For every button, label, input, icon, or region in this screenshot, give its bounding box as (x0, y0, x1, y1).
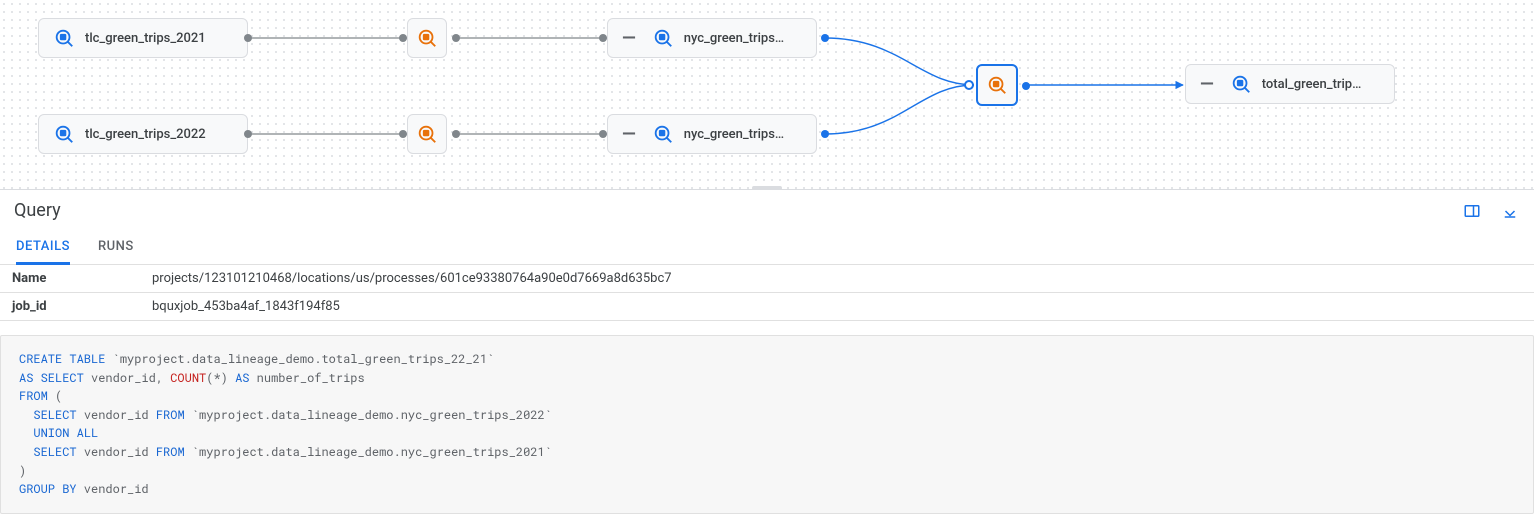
port-out (452, 130, 460, 138)
port-in (399, 34, 407, 42)
port-out (821, 130, 829, 138)
table-node-output[interactable]: — total_green_trip… (1185, 64, 1395, 104)
meta-value: projects/123101210468/locations/us/proce… (152, 271, 672, 286)
table-node-nyc-2[interactable]: — nyc_green_trips… (607, 114, 817, 154)
lineage-canvas[interactable]: tlc_green_trips_2021 — nyc_green_trips… … (0, 0, 1534, 190)
node-label: nyc_green_trips… (684, 31, 784, 46)
table-icon (53, 27, 75, 49)
query-icon (986, 74, 1008, 96)
node-label: nyc_green_trips… (684, 127, 784, 142)
table-node-nyc-1[interactable]: — nyc_green_trips… (607, 18, 817, 58)
metadata-table: Name projects/123101210468/locations/us/… (0, 265, 1534, 321)
table-node-tlc-2021[interactable]: tlc_green_trips_2021 (38, 18, 248, 58)
collapse-icon[interactable]: — (622, 124, 636, 145)
collapse-icon[interactable]: — (622, 28, 636, 49)
process-node-2[interactable] (407, 114, 447, 154)
panel-layout-icon[interactable] (1462, 201, 1482, 221)
panel-collapse-icon[interactable] (1500, 201, 1520, 221)
tabs: DETAILS RUNS (0, 231, 1534, 265)
port-in (599, 34, 607, 42)
meta-key: Name (12, 271, 152, 286)
tab-details[interactable]: DETAILS (16, 231, 70, 265)
port-out (1022, 82, 1030, 90)
table-node-tlc-2022[interactable]: tlc_green_trips_2022 (38, 114, 248, 154)
query-icon (416, 27, 438, 49)
port-out (452, 34, 460, 42)
table-icon (1230, 73, 1252, 95)
panel-title: Query (14, 200, 61, 221)
tab-runs[interactable]: RUNS (98, 231, 134, 264)
meta-key: job_id (12, 299, 152, 314)
process-node-selected[interactable] (976, 64, 1018, 106)
table-icon (652, 123, 674, 145)
collapse-icon[interactable]: — (1200, 74, 1214, 95)
port-in (964, 80, 974, 90)
sql-block: CREATE TABLE `myproject.data_lineage_dem… (0, 335, 1534, 514)
meta-row-jobid: job_id bquxjob_453ba4af_1843f194f85 (0, 293, 1534, 321)
port-out (821, 34, 829, 42)
table-icon (53, 123, 75, 145)
port-in (599, 130, 607, 138)
node-label: total_green_trip… (1262, 77, 1362, 92)
details-panel: Query DETAILS RUNS Name projects/1231012… (0, 190, 1534, 514)
meta-value: bquxjob_453ba4af_1843f194f85 (152, 299, 340, 314)
node-label: tlc_green_trips_2021 (85, 31, 206, 46)
port-in (399, 130, 407, 138)
port-out (244, 130, 252, 138)
process-node-1[interactable] (407, 18, 447, 58)
meta-row-name: Name projects/123101210468/locations/us/… (0, 265, 1534, 293)
node-label: tlc_green_trips_2022 (85, 127, 206, 142)
query-icon (416, 123, 438, 145)
table-icon (652, 27, 674, 49)
port-out (244, 34, 252, 42)
